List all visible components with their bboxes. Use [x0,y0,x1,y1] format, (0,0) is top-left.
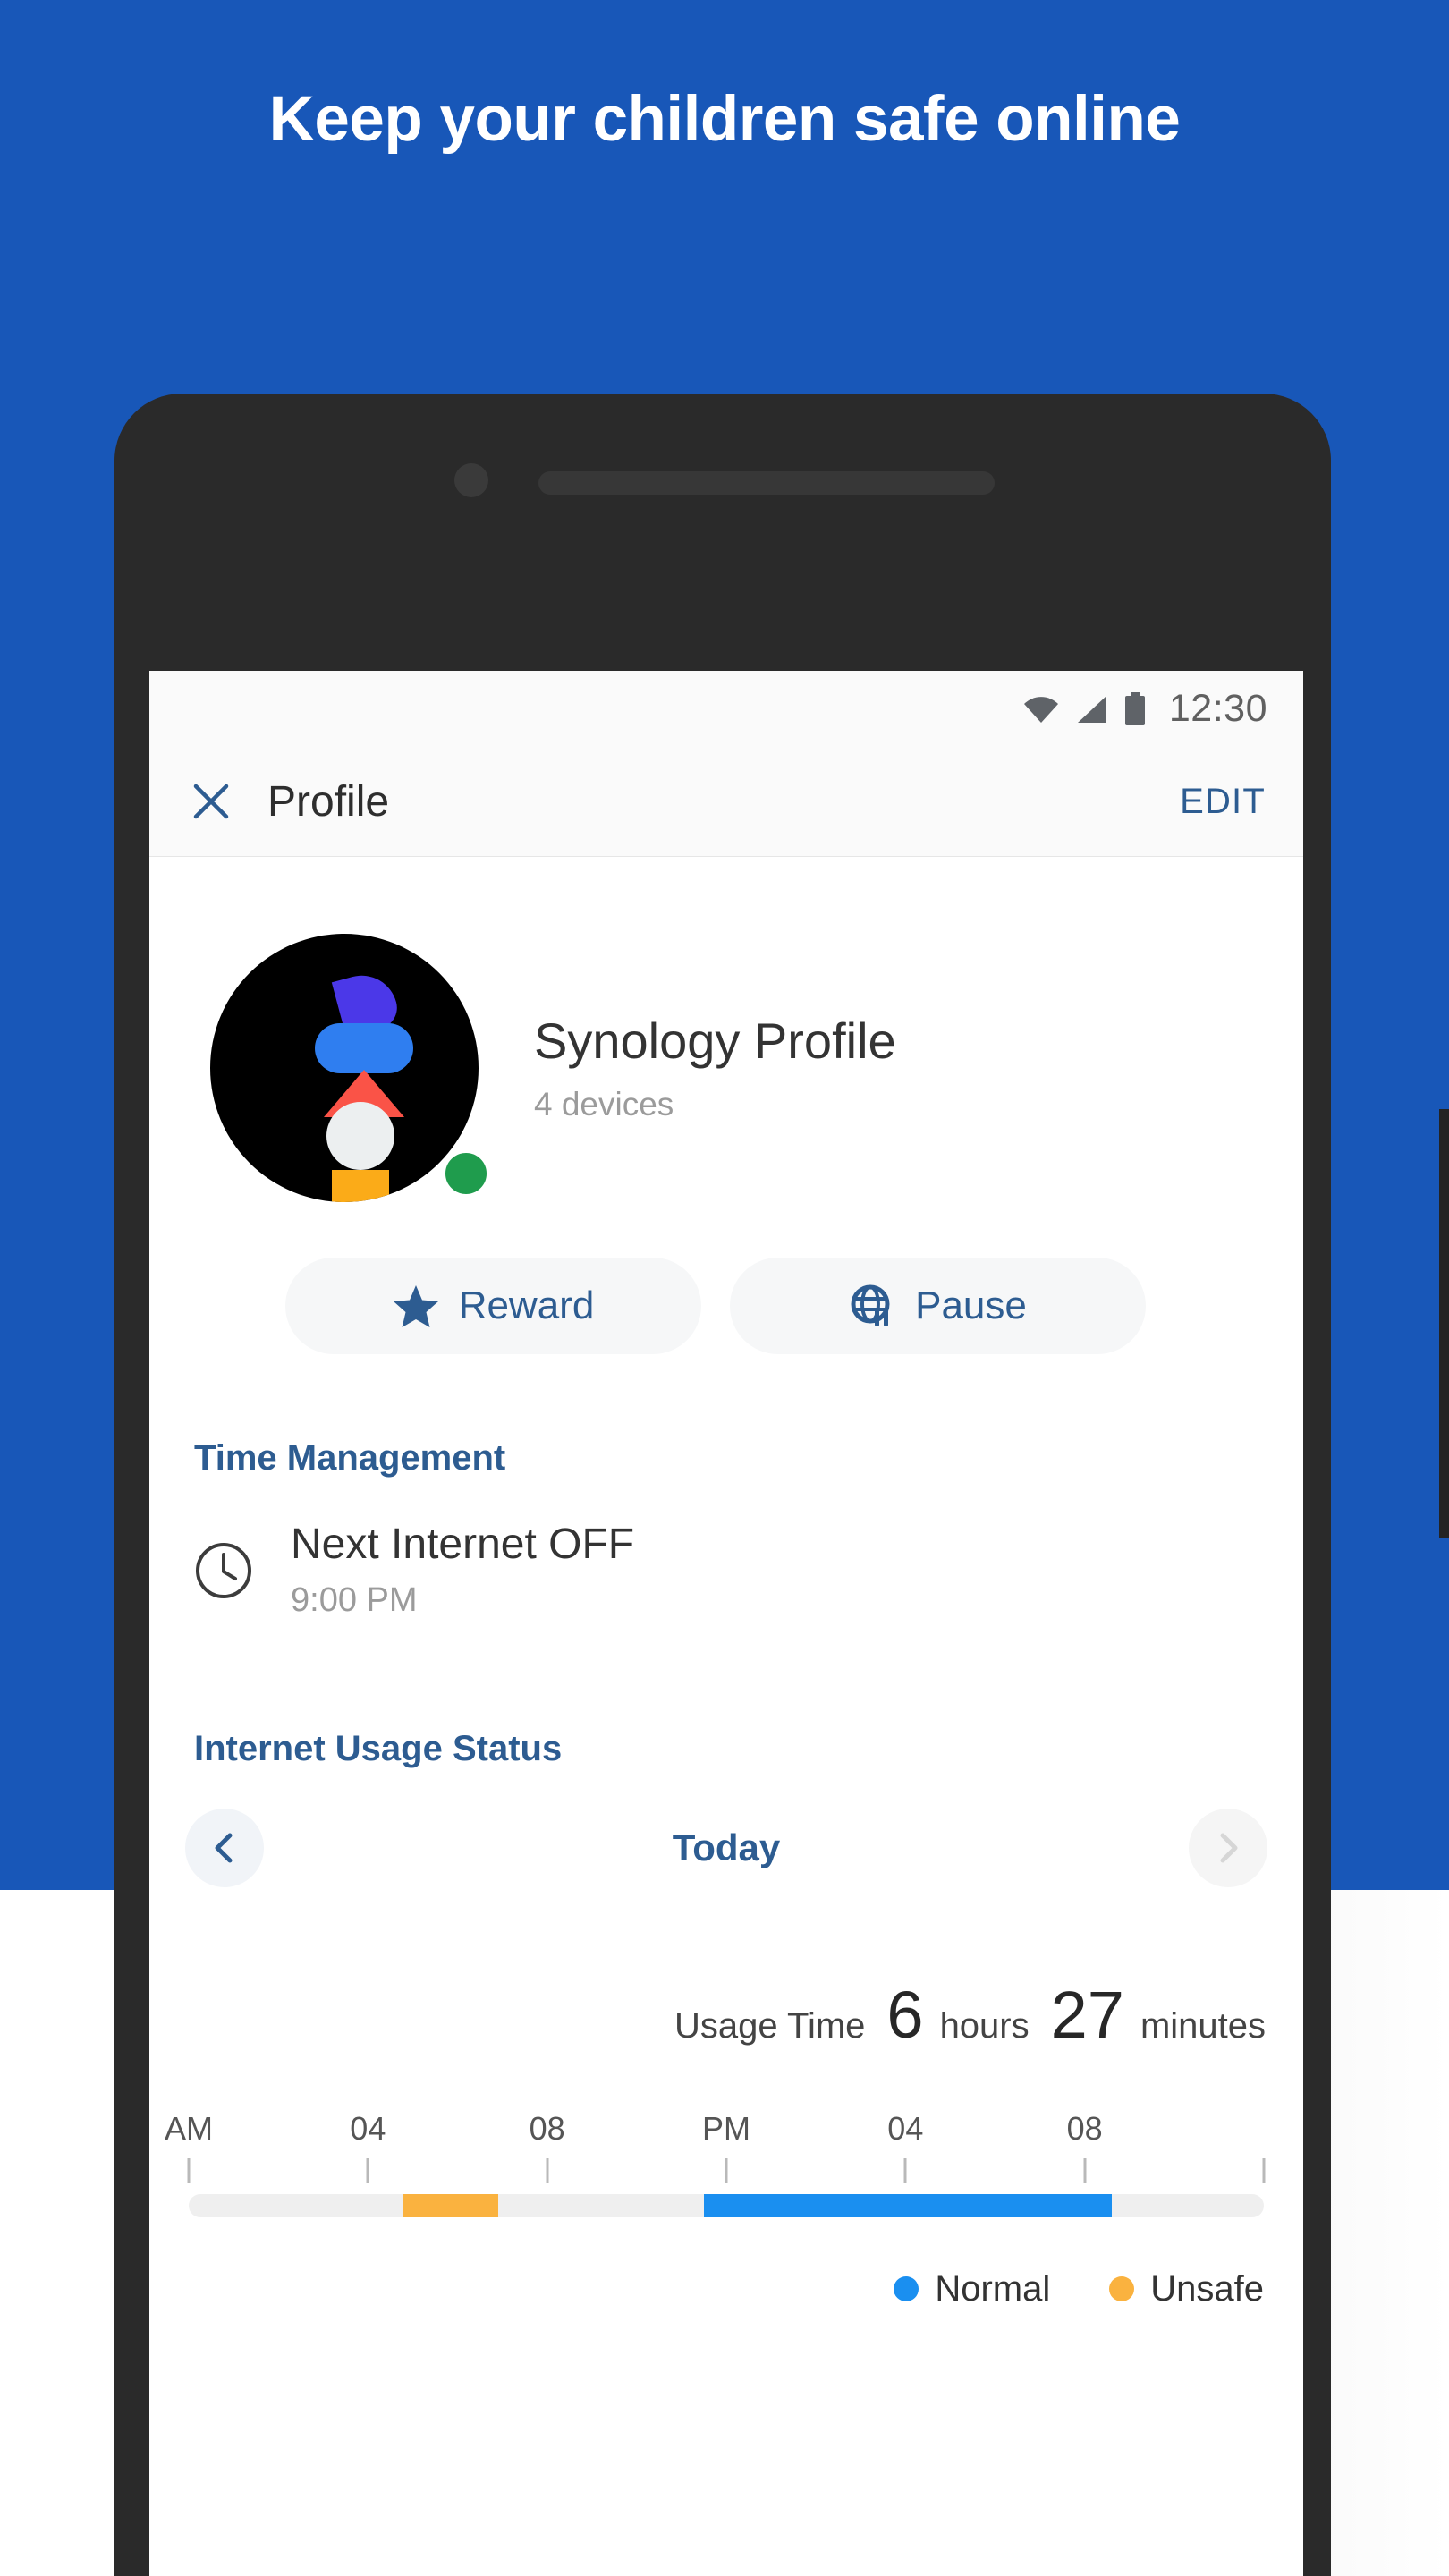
camera-dot-icon [454,463,488,497]
phone-screen: 12:30 Profile EDIT Synology Profile 4 de… [149,671,1303,2576]
usage-hours-value: 6 [886,1977,924,2052]
signal-icon [1077,695,1106,723]
hero-headline: Keep your children safe online [268,84,1181,155]
chevron-left-icon [215,1833,233,1863]
status-bar-clock: 12:30 [1168,687,1267,730]
phone-side-button-bottom[interactable] [1439,1368,1449,1538]
timeline-tick-label: 08 [529,2109,565,2147]
timeline-track[interactable] [189,2193,1264,2217]
timeline-tick-label: 04 [350,2109,386,2147]
phone-side-button-top[interactable] [1439,1109,1449,1208]
usage-minutes-value: 27 [1050,1977,1124,2052]
close-button[interactable] [176,767,246,836]
profile-header: Synology Profile 4 devices [149,857,1303,1202]
next-day-button[interactable] [1189,1808,1267,1887]
timeline-axis-labels: AM 04 08 PM 04 08 [165,2109,1264,2153]
battery-icon [1124,691,1145,725]
next-internet-off-text: Next Internet OFF 9:00 PM [291,1521,634,1620]
profile-actions: Reward Pause [149,1202,1303,1354]
status-badge [441,1148,491,1199]
date-navigator: Today [149,1769,1303,1887]
timeline-tick-mark [724,2157,728,2183]
avatar-circle-shape [326,1102,394,1170]
next-internet-off-time: 9:00 PM [291,1580,418,1619]
legend-color-dot [894,2276,919,2302]
pause-label: Pause [915,1284,1027,1327]
time-management-title: Time Management [194,1438,506,1478]
reward-button[interactable]: Reward [285,1258,701,1354]
timeline-tick-mark [546,2157,549,2183]
chart-legend: Normal Unsafe [149,2217,1303,2309]
timeline-axis-ticks [187,2157,1266,2189]
avatar[interactable] [210,934,491,1202]
timeline-tick-mark [187,2157,191,2183]
timeline-tick-label: PM [702,2109,750,2147]
legend-color-dot [1109,2276,1135,2302]
usage-time-label: Usage Time [674,2005,866,2046]
next-internet-off-row[interactable]: Next Internet OFF 9:00 PM [149,1479,1303,1620]
clock-icon [196,1542,251,1598]
screenshot-stage: Keep your children safe online 12:30 Pro… [0,0,1449,2576]
page-title: Profile [267,777,390,826]
next-internet-off-title: Next Internet OFF [291,1521,635,1568]
timeline-segment-normal [703,2193,1112,2217]
close-icon [193,784,229,819]
avatar-pill-shape [315,1023,413,1073]
timeline-tick-label: 08 [1066,2109,1103,2147]
timeline-tick-mark [1083,2157,1087,2183]
reward-label: Reward [458,1284,595,1327]
legend-label: Normal [935,2268,1051,2309]
usage-minutes-unit: minutes [1140,2005,1266,2046]
star-icon [393,1285,438,1327]
speaker-slot-icon [538,471,995,495]
timeline-tick-mark [1262,2157,1266,2183]
edit-button[interactable]: EDIT [1180,782,1266,822]
chevron-right-icon [1220,1833,1238,1863]
internet-usage-title: Internet Usage Status [194,1728,563,1768]
timeline-tick-mark [903,2157,907,2183]
avatar-square-shape [332,1170,389,1202]
legend-label: Unsafe [1150,2268,1264,2309]
selected-date-label: Today [672,1826,781,1868]
stacked-shapes-avatar-icon [210,934,479,1202]
timeline-tick-mark [366,2157,369,2183]
internet-usage-section: Internet Usage Status Today Usage Time 6 [149,1620,1303,2309]
timeline-tick-label: AM [165,2109,213,2147]
legend-item: Unsafe [1109,2269,1264,2309]
timeline-tick-label: 04 [887,2109,924,2147]
globe-pause-icon [851,1284,890,1326]
pause-button[interactable]: Pause [730,1258,1146,1354]
previous-day-button[interactable] [185,1808,264,1887]
wifi-icon [1023,696,1058,723]
app-bar: Profile EDIT [149,747,1303,857]
profile-device-count: 4 devices [534,1086,674,1123]
timeline-segment-unsafe [403,2193,498,2217]
usage-hours-unit: hours [939,2005,1030,2046]
profile-info: Synology Profile 4 devices [534,1013,896,1123]
usage-timeline-chart: AM 04 08 PM 04 08 [149,2053,1303,2217]
legend-item: Normal [894,2269,1050,2309]
usage-time-summary: Usage Time 6 hours 27 minutes [149,1887,1303,2053]
status-bar: 12:30 [149,671,1303,747]
profile-name: Synology Profile [534,1012,896,1069]
phone-side-button-middle[interactable] [1439,1194,1449,1382]
time-management-section: Time Management Next Internet OFF 9:00 P… [149,1354,1303,1620]
